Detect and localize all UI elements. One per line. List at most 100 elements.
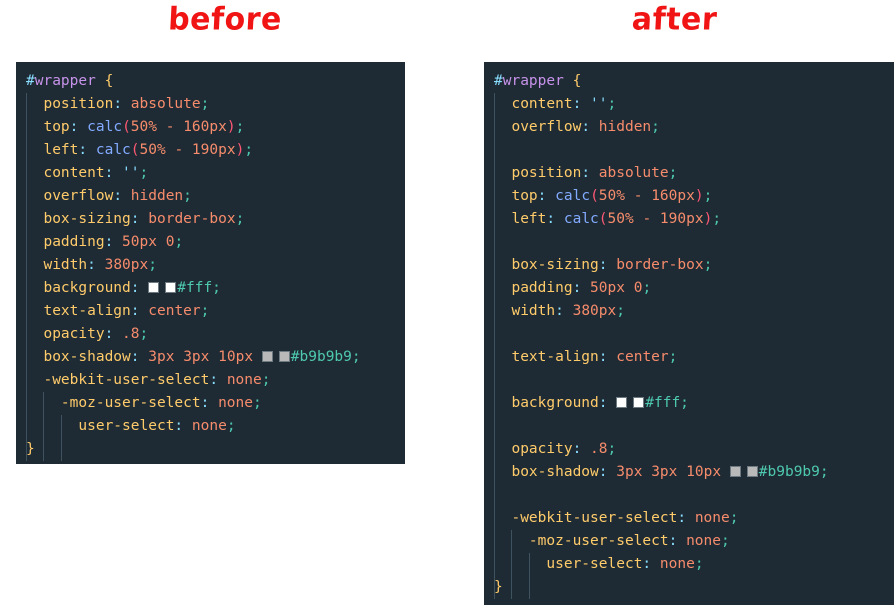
code-line-blank <box>484 139 894 162</box>
css-property: content <box>511 96 573 112</box>
string-literal: '' <box>590 96 608 112</box>
code-block-before[interactable]: #wrapper { position: absolute; top: calc… <box>16 62 405 464</box>
css-property: overflow <box>43 188 114 204</box>
colon: : <box>572 441 582 457</box>
calc-operand: 160 <box>183 119 210 135</box>
code-line: user-select: none; <box>16 415 405 438</box>
color-swatch-group[interactable] <box>148 277 177 300</box>
code-line: -moz-user-select: none; <box>16 392 405 415</box>
semicolon: ; <box>680 395 689 411</box>
value-token: 380px <box>572 303 617 319</box>
color-swatch-group[interactable] <box>729 461 759 484</box>
brace-open: { <box>104 73 114 89</box>
code-line-text: opacity: .8; <box>26 326 148 342</box>
paren-open: ( <box>590 188 599 204</box>
code-line-text: opacity: .8; <box>494 441 616 457</box>
color-swatch-picker[interactable] <box>278 351 290 362</box>
indent-guide <box>494 484 495 507</box>
value-token: none <box>191 418 227 434</box>
color-swatch-group[interactable] <box>616 392 645 415</box>
code-line-blank <box>484 323 894 346</box>
calc-operand: 190 <box>659 211 687 227</box>
semicolon: ; <box>703 188 713 204</box>
code-line: box-sizing: border-box; <box>16 208 405 231</box>
colon: : <box>209 372 219 388</box>
paren-close: ) <box>694 188 704 204</box>
css-property: box-sizing <box>511 257 599 273</box>
colon: : <box>581 119 591 135</box>
selector-name: wrapper <box>34 73 96 89</box>
color-swatch-preview[interactable] <box>148 282 160 293</box>
indent-guide <box>494 323 495 346</box>
calc-operator: - <box>165 119 175 135</box>
calc-operand: 50% <box>607 211 634 227</box>
color-swatch-picker[interactable] <box>746 466 758 477</box>
semicolon: ; <box>226 418 236 434</box>
semicolon: ; <box>651 119 660 135</box>
colon: : <box>546 211 556 227</box>
calc-operator: - <box>633 188 643 204</box>
value-token: none <box>659 556 695 572</box>
code-line: user-select: none; <box>484 553 894 576</box>
colon: : <box>642 556 652 572</box>
colon: : <box>104 165 114 181</box>
css-property: text-align <box>43 303 131 319</box>
css-property: box-shadow <box>511 464 599 480</box>
code-line-close: } <box>16 438 405 461</box>
calc-operand: 160 <box>651 188 678 204</box>
hex-color-value: #fff <box>645 395 681 411</box>
color-swatch-picker[interactable] <box>633 397 645 408</box>
code-lines-before: #wrapper { position: absolute; top: calc… <box>16 62 405 464</box>
colon: : <box>130 211 140 227</box>
code-line-text: text-align: center; <box>494 349 677 365</box>
indent-guide <box>494 415 495 438</box>
code-line-text: box-sizing: border-box; <box>494 257 712 273</box>
code-line: left: calc(50% - 190px); <box>16 139 405 162</box>
colon: : <box>78 142 88 158</box>
value-token: none <box>218 395 253 411</box>
code-line: width: 380px; <box>484 300 894 323</box>
code-line: left: calc(50% - 190px); <box>484 208 894 231</box>
semicolon: ; <box>351 349 361 365</box>
semicolon: ; <box>200 96 210 112</box>
colon: : <box>677 510 687 526</box>
hex-color-value: #fff <box>177 280 213 296</box>
semicolon: ; <box>607 96 617 112</box>
css-property: -webkit-user-select <box>511 510 678 526</box>
selector-hash: # <box>26 73 35 89</box>
value-token: center <box>616 349 669 365</box>
code-line-text: background: #fff; <box>494 395 689 411</box>
colon: : <box>113 188 123 204</box>
color-swatch-preview[interactable] <box>616 397 628 408</box>
calc-function: calc <box>95 142 131 158</box>
calc-operand: 190 <box>191 142 219 158</box>
css-property: left <box>511 211 547 227</box>
indent-guide <box>494 231 495 254</box>
code-line-text: width: 380px; <box>494 303 625 319</box>
value-token: none <box>686 533 721 549</box>
value-token: border-box <box>148 211 236 227</box>
css-property: overflow <box>511 119 582 135</box>
css-property: box-shadow <box>43 349 131 365</box>
code-block-after[interactable]: #wrapper { content: ''; overflow: hidden… <box>484 62 894 605</box>
semicolon: ; <box>668 165 678 181</box>
paren-open: ( <box>598 211 608 227</box>
color-swatch-preview[interactable] <box>729 466 741 477</box>
semicolon: ; <box>174 234 184 250</box>
color-swatch-preview[interactable] <box>261 351 273 362</box>
value-token: 380px <box>104 257 149 273</box>
value-token: none <box>694 510 730 526</box>
css-property: top <box>511 188 538 204</box>
semicolon: ; <box>819 464 829 480</box>
brace-open: { <box>572 73 582 89</box>
calc-operand: 50% <box>130 119 157 135</box>
color-swatch-group[interactable] <box>261 346 291 369</box>
code-line: opacity: .8; <box>484 438 894 461</box>
value-token: 50px <box>122 234 157 250</box>
color-swatch-picker[interactable] <box>165 282 177 293</box>
css-property: opacity <box>43 326 105 342</box>
semicolon: ; <box>729 510 739 526</box>
code-line: overflow: hidden; <box>16 185 405 208</box>
code-line-text: left: calc(50% - 190px); <box>494 211 721 227</box>
code-line-text: content: ''; <box>494 96 616 112</box>
